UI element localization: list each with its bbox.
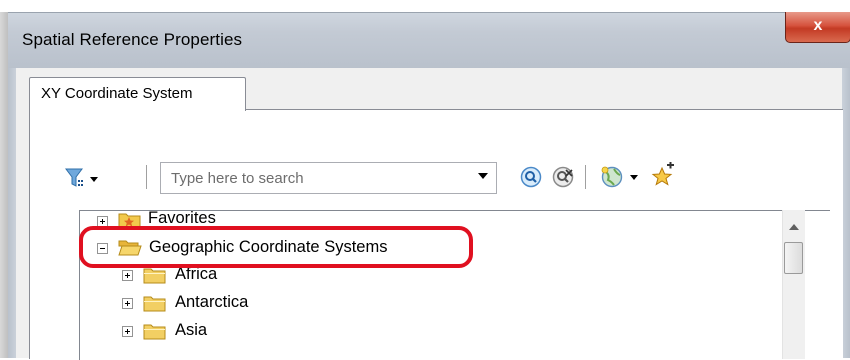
scrollbar-thumb[interactable] bbox=[784, 242, 803, 274]
close-icon: x bbox=[813, 17, 823, 34]
expand-icon[interactable] bbox=[122, 326, 133, 337]
title-bar[interactable]: Spatial Reference Properties x bbox=[8, 12, 850, 69]
collapse-icon[interactable] bbox=[97, 243, 108, 254]
search-history-dropdown-icon[interactable] bbox=[478, 173, 488, 179]
clear-search-icon bbox=[552, 166, 574, 188]
add-to-favorites-icon bbox=[651, 161, 674, 186]
filter-button[interactable] bbox=[64, 167, 104, 191]
folder-icon bbox=[143, 268, 166, 284]
tree-item-label: Favorites bbox=[148, 210, 216, 227]
tree-item-africa[interactable]: Africa bbox=[80, 263, 760, 287]
window-frame-left bbox=[8, 68, 16, 358]
tree-item-antarctica[interactable]: Antarctica bbox=[80, 291, 760, 315]
add-to-favorites-button[interactable] bbox=[650, 161, 676, 193]
search-button[interactable] bbox=[520, 166, 542, 193]
coordinate-system-options-button[interactable] bbox=[600, 165, 644, 194]
desktop-background bbox=[0, 0, 8, 358]
tree-item-label: Africa bbox=[175, 265, 218, 283]
toolbar-separator bbox=[146, 165, 147, 189]
tree-item-label: Antarctica bbox=[175, 293, 249, 311]
expand-icon[interactable] bbox=[97, 216, 108, 227]
favorites-folder-icon bbox=[118, 213, 141, 228]
search-box[interactable] bbox=[160, 162, 497, 194]
tree-vertical-scrollbar[interactable] bbox=[782, 210, 805, 359]
tab-panel: Favorites Geographic Coordinate Systems … bbox=[29, 109, 843, 360]
tree-item-geographic-coordinate-systems[interactable]: Geographic Coordinate Systems bbox=[80, 237, 760, 261]
coordinate-system-tree[interactable]: Favorites Geographic Coordinate Systems … bbox=[79, 210, 830, 360]
folder-icon bbox=[143, 324, 166, 340]
dialog-client-area: XY Coordinate System Type here to search… bbox=[16, 68, 843, 360]
tree-item-label: Geographic Coordinate Systems bbox=[149, 238, 388, 256]
close-button[interactable]: x bbox=[785, 12, 850, 43]
clear-search-button[interactable] bbox=[552, 166, 576, 193]
filter-icon bbox=[65, 168, 98, 187]
tab-label: XY Coordinate System bbox=[41, 85, 193, 102]
scroll-up-arrow-icon[interactable] bbox=[789, 224, 799, 230]
tree-item-asia[interactable]: Asia bbox=[80, 319, 760, 343]
search-icon bbox=[520, 166, 542, 188]
window-frame-right bbox=[842, 68, 850, 358]
expand-icon[interactable] bbox=[122, 270, 133, 281]
open-folder-icon bbox=[118, 240, 142, 256]
tab-xy-coordinate-system[interactable]: XY Coordinate System bbox=[29, 77, 246, 111]
expand-icon[interactable] bbox=[122, 298, 133, 309]
toolbar-separator bbox=[585, 165, 586, 189]
tree-item-favorites[interactable]: Favorites bbox=[80, 211, 760, 235]
folder-icon bbox=[143, 296, 166, 312]
window-title: Spatial Reference Properties bbox=[22, 30, 243, 49]
tree-item-label: Asia bbox=[175, 321, 208, 339]
globe-icon bbox=[601, 166, 638, 188]
search-input[interactable] bbox=[171, 168, 461, 188]
